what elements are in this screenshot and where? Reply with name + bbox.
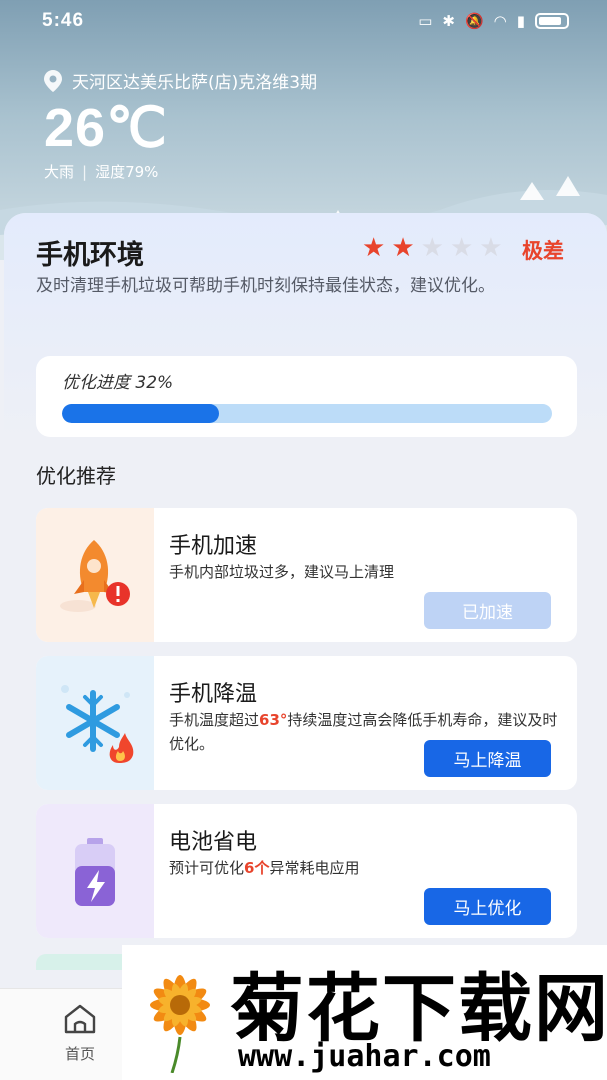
progress-card: 优化进度 32%	[36, 356, 577, 437]
progress-label: 优化进度 32%	[62, 373, 174, 393]
card-battery-saver[interactable]: 电池省电 预计可优化6个异常耗电应用 马上优化	[36, 804, 577, 938]
card-desc-text: 手机温度超过	[169, 711, 260, 729]
bluetooth-icon: ✱	[442, 12, 455, 30]
weather-condition: 大雨	[44, 163, 75, 181]
temperature-highlight: 63°	[259, 711, 288, 729]
star-icon: ★	[420, 233, 444, 263]
card-title: 电池省电	[169, 830, 258, 855]
battery-icon	[535, 13, 569, 29]
rating-text: 极差	[522, 239, 564, 263]
location-pin-icon	[44, 69, 62, 92]
optimize-battery-button[interactable]: 马上优化	[424, 888, 551, 925]
status-bar: 5:46 ▭ ✱ 🔕 ◠ ▮	[0, 0, 607, 44]
card-title: 手机降温	[169, 682, 258, 707]
speed-up-done-button[interactable]: 已加速	[424, 592, 551, 629]
rocket-icon	[60, 540, 130, 612]
star-icon: ★	[449, 233, 474, 263]
watermark: 菊花下载网 www.juahar.com	[122, 945, 607, 1080]
card-desc-text: 异常耗电应用	[269, 859, 360, 877]
nav-home[interactable]: 首页	[52, 1003, 108, 1064]
recommend-title: 优化推荐	[36, 464, 116, 488]
cast-icon: ▭	[418, 12, 433, 30]
weather-location[interactable]: 天河区达美乐比萨(店)克洛维3期	[44, 68, 317, 93]
weather-separator: |	[82, 163, 88, 181]
card-desc-text: 预计可优化	[169, 859, 245, 877]
star-icon: ★	[391, 233, 415, 263]
home-icon	[64, 1004, 96, 1034]
card-desc: 预计可优化6个异常耗电应用	[169, 856, 559, 880]
card-speed-up[interactable]: 手机加速 手机内部垃圾过多，建议马上清理 已加速	[36, 508, 577, 642]
progress-fill	[62, 404, 219, 423]
mute-icon: 🔕	[464, 12, 484, 30]
progress-track	[62, 404, 552, 423]
card-cool-down[interactable]: 手机降温 手机温度超过63°持续温度过高会降低手机寿命，建议及时优化。 马上降温	[36, 656, 577, 790]
chrysanthemum-logo	[150, 975, 210, 1073]
app-count-highlight: 6个	[244, 859, 270, 877]
card-art-cool-down	[36, 656, 154, 790]
wifi-icon: ◠	[493, 12, 507, 30]
weather-humidity: 湿度79%	[95, 163, 159, 181]
weather-summary: 大雨 | 湿度79%	[44, 161, 158, 182]
temperature: 26℃	[44, 98, 168, 158]
card-art-battery	[36, 804, 154, 938]
phone-env-description: 及时清理手机垃圾可帮助手机时刻保持最佳状态，建议优化。	[36, 276, 495, 296]
nav-home-label: 首页	[64, 1045, 95, 1063]
status-icons: ▭ ✱ 🔕 ◠ ▮	[418, 12, 569, 30]
phone-env-title: 手机环境	[36, 240, 144, 271]
cool-down-button[interactable]: 马上降温	[424, 740, 551, 777]
card-title: 手机加速	[169, 534, 258, 559]
star-icon: ★	[479, 233, 503, 263]
status-time: 5:46	[42, 10, 85, 31]
alert-icon: ▮	[516, 12, 525, 30]
location-text: 天河区达美乐比萨(店)克洛维3期	[72, 73, 318, 93]
snowflake-icon	[61, 685, 134, 763]
battery-charge-icon	[75, 838, 115, 906]
card-art-speed-up	[36, 508, 154, 642]
card-desc: 手机内部垃圾过多，建议马上清理	[169, 563, 395, 581]
rating-stars: ★ ★ ★ ★ ★	[362, 235, 503, 261]
watermark-url: www.juahar.com	[238, 1039, 491, 1074]
star-icon: ★	[362, 233, 386, 263]
